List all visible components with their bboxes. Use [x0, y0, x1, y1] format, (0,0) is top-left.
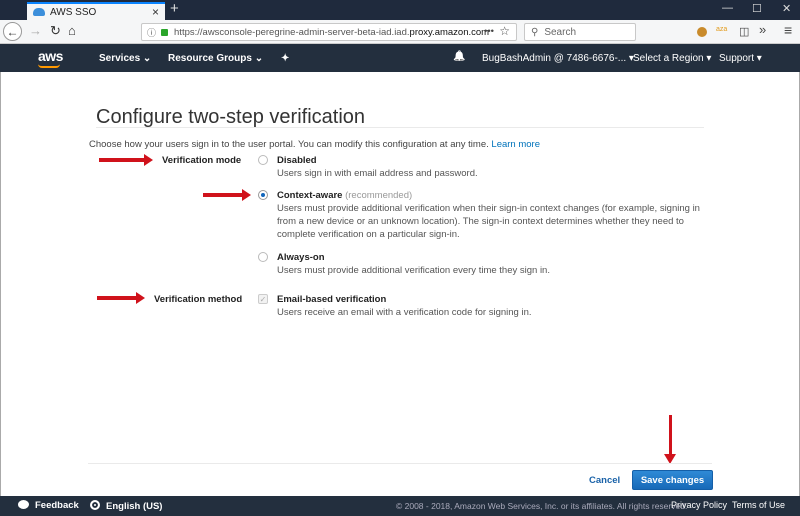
- aws-logo[interactable]: aws: [38, 48, 63, 64]
- amazon-assistant-icon[interactable]: aza: [716, 26, 727, 33]
- email-verification-title: Email-based verification: [277, 294, 387, 305]
- tab-title: AWS SSO: [50, 6, 97, 18]
- footer: Feedback English (US) © 2008 - 2018, Ama…: [0, 496, 800, 516]
- option-always-on-title: Always-on: [277, 252, 325, 263]
- search-icon: ⚲: [531, 26, 539, 38]
- feedback-link[interactable]: Feedback: [18, 500, 79, 511]
- aws-console-nav: aws Services ⌄ Resource Groups ⌄ ✦ 🔔 Bug…: [0, 44, 800, 72]
- option-disabled-title: Disabled: [277, 155, 317, 166]
- browser-tab[interactable]: AWS SSO ×: [27, 2, 165, 20]
- minimize-button[interactable]: —: [722, 2, 733, 14]
- maximize-button[interactable]: ☐: [752, 2, 762, 15]
- feedback-icon: [18, 500, 29, 509]
- recommended-note: (recommended): [345, 190, 413, 201]
- lock-icon: [161, 28, 169, 36]
- close-tab-icon[interactable]: ×: [152, 5, 159, 19]
- globe-icon: [90, 500, 100, 510]
- forward-button[interactable]: →: [29, 23, 42, 38]
- save-changes-button[interactable]: Save changes: [632, 470, 713, 490]
- address-bar[interactable]: ⓘ https://awsconsole-peregrine-admin-ser…: [141, 23, 517, 41]
- radio-always-on[interactable]: [258, 252, 268, 262]
- bookmark-star-icon[interactable]: ☆: [499, 24, 510, 38]
- menu-icon[interactable]: ≡: [784, 22, 792, 38]
- resource-groups-menu[interactable]: Resource Groups ⌄: [168, 53, 263, 64]
- learn-more-link[interactable]: Learn more: [491, 139, 540, 150]
- privacy-policy-link[interactable]: Privacy Policy: [671, 500, 727, 510]
- annotation-arrow: [203, 189, 251, 201]
- search-placeholder: Search: [544, 26, 577, 38]
- radio-disabled[interactable]: [258, 155, 268, 165]
- account-menu[interactable]: BugBashAdmin @ 7486-6676-... ▾: [482, 53, 634, 64]
- option-context-aware-desc: Users must provide additional verificati…: [277, 203, 700, 240]
- pin-icon[interactable]: ✦: [281, 53, 289, 64]
- bell-icon[interactable]: 🔔: [453, 51, 465, 62]
- sidebar-icon[interactable]: ◫: [739, 25, 749, 38]
- overflow-icon[interactable]: »: [759, 22, 766, 37]
- page-frame: [0, 72, 800, 496]
- email-verification-checkbox[interactable]: ✓: [258, 294, 268, 304]
- intro-description: Choose how your users sign in to the use…: [89, 139, 489, 150]
- language-selector[interactable]: English (US): [90, 500, 162, 512]
- option-disabled-desc: Users sign in with email address and pas…: [277, 168, 478, 179]
- option-always-on-desc: Users must provide additional verificati…: [277, 265, 550, 276]
- verification-mode-label: Verification mode: [162, 155, 242, 166]
- info-icon: ⓘ: [147, 27, 157, 38]
- intro-text: Choose how your users sign in to the use…: [89, 139, 540, 150]
- verification-method-label: Verification method: [154, 294, 243, 305]
- cancel-button[interactable]: Cancel: [589, 475, 620, 486]
- home-button[interactable]: ⌂: [68, 23, 76, 38]
- services-menu[interactable]: Services ⌄: [99, 53, 151, 64]
- browser-search-input[interactable]: ⚲ Search: [524, 23, 636, 41]
- back-button[interactable]: ←: [3, 22, 22, 41]
- url-prefix: https://awsconsole-peregrine-admin-serve…: [174, 26, 410, 38]
- aws-smile-icon: [38, 64, 60, 68]
- url-domain: proxy.amazon.com: [409, 26, 490, 38]
- close-window-button[interactable]: ✕: [782, 2, 791, 15]
- cloud-icon: [33, 8, 45, 16]
- extension-icon[interactable]: [697, 27, 707, 37]
- email-verification-desc: Users receive an email with a verificati…: [277, 307, 532, 318]
- reload-button[interactable]: ↻: [50, 23, 61, 39]
- terms-of-use-link[interactable]: Terms of Use: [732, 500, 785, 510]
- actions-divider: [88, 463, 712, 464]
- region-menu[interactable]: Select a Region ▾: [633, 53, 711, 64]
- option-context-aware-name: Context-aware: [277, 190, 343, 201]
- language-label: English (US): [106, 501, 163, 512]
- page-actions-icon[interactable]: •••: [484, 26, 494, 37]
- copyright-text: © 2008 - 2018, Amazon Web Services, Inc.…: [396, 501, 688, 511]
- feedback-label: Feedback: [35, 500, 79, 511]
- browser-toolbar: ← → ↻ ⌂ ⓘ https://awsconsole-peregrine-a…: [0, 20, 800, 44]
- radio-context-aware[interactable]: [258, 190, 268, 200]
- support-menu[interactable]: Support ▾: [719, 53, 762, 64]
- option-context-aware-title: Context-aware (recommended): [277, 190, 412, 201]
- page-title: Configure two-step verification: [96, 106, 366, 128]
- browser-tab-bar: AWS SSO × + — ☐ ✕: [0, 0, 800, 20]
- annotation-arrow: [664, 415, 676, 464]
- annotation-arrow: [99, 154, 153, 166]
- title-divider: [96, 127, 704, 128]
- new-tab-button[interactable]: +: [170, 0, 179, 17]
- annotation-arrow: [97, 292, 145, 304]
